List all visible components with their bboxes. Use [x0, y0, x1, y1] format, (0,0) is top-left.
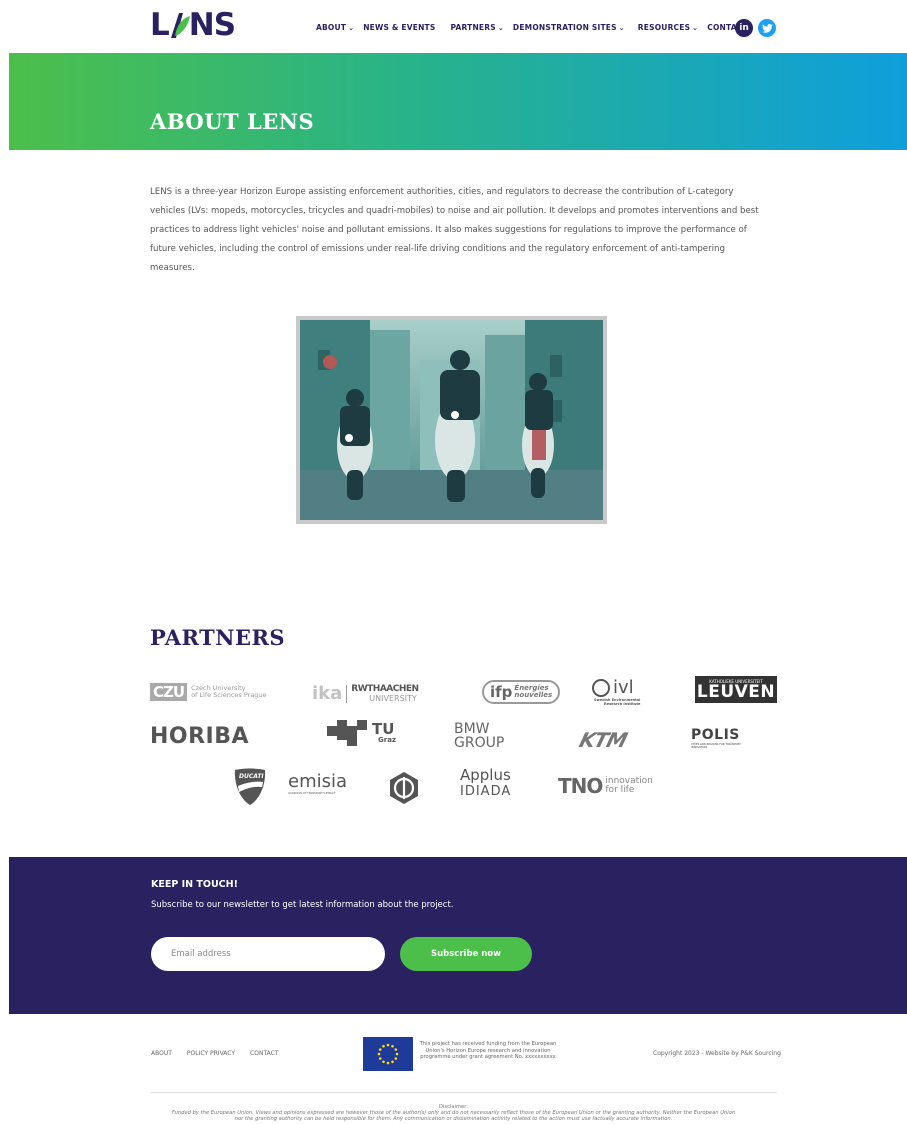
- street-scene-image: [300, 320, 603, 520]
- nav-about[interactable]: ABOUT ⌄: [316, 23, 354, 32]
- twitter-icon[interactable]: [758, 19, 776, 37]
- page-title: ABOUT LENS: [150, 109, 315, 134]
- emisia-logo[interactable]: emisia GUARDIAN OF TRANSPORT'S IMPACT: [288, 772, 347, 796]
- hero-banner: ABOUT LENS: [9, 53, 907, 150]
- chevron-down-icon: ⌄: [348, 23, 355, 32]
- rwth-ika-logo[interactable]: ika RWTHAACHEN UNIVERSITY: [312, 683, 419, 704]
- linkedin-icon[interactable]: in: [735, 19, 753, 37]
- site-header: L NS ABOUT ⌄ NEWS & EVENTS PARTNERS ⌄ DEMO…: [0, 0, 907, 53]
- horiba-logo[interactable]: HORIBA: [150, 724, 249, 749]
- nav-news-events[interactable]: NEWS & EVENTS: [363, 23, 435, 32]
- nav-partners[interactable]: PARTNERS ⌄: [450, 23, 503, 32]
- logo-text: NS: [188, 7, 236, 43]
- lens-logo[interactable]: L NS: [150, 7, 236, 43]
- logo-letter-l: L: [150, 7, 170, 43]
- chevron-down-icon: ⌄: [692, 23, 699, 32]
- disclaimer-text: Funded by the European Union. Views and …: [171, 1110, 736, 1123]
- footer-link-contact[interactable]: CONTACT: [250, 1050, 278, 1057]
- czu-logo[interactable]: CZU Czech University of Life Sciences Pr…: [150, 683, 267, 701]
- chevron-down-icon: ⌄: [618, 23, 625, 32]
- subscribe-button[interactable]: Subscribe now: [400, 937, 532, 971]
- chevron-down-icon: ⌄: [497, 23, 504, 32]
- eu-flag-icon: [363, 1037, 413, 1071]
- email-input[interactable]: Email address: [151, 937, 385, 971]
- applus-idiada-logo[interactable]: Applus IDIADA: [460, 767, 511, 800]
- bird-icon: [761, 23, 773, 33]
- polis-logo[interactable]: POLIS CITIES AND REGIONS FOR TRANSPORT I…: [691, 728, 747, 750]
- tno-logo[interactable]: TNO innovation for life: [558, 774, 653, 798]
- scooter-riders-photo: [296, 316, 607, 524]
- footer-link-policy-privacy[interactable]: POLICY PRIVACY: [187, 1050, 235, 1057]
- nav-demonstration-sites[interactable]: DEMONSTRATION SITES ⌄: [513, 23, 625, 32]
- footer-link-about[interactable]: ABOUT: [151, 1050, 172, 1057]
- ducati-logo[interactable]: DUCATI: [233, 768, 267, 806]
- partners-title: PARTNERS: [150, 625, 286, 650]
- footer-divider: [150, 1092, 777, 1093]
- main-nav: ABOUT ⌄ NEWS & EVENTS PARTNERS ⌄ DEMONSTRA…: [316, 23, 757, 32]
- eu-funding-text: This project has received funding from t…: [419, 1041, 557, 1060]
- ku-leuven-logo[interactable]: KATHOLIEKE UNIVERSITEIT LEUVEN: [695, 676, 777, 703]
- ktm-logo[interactable]: KTM: [577, 728, 629, 752]
- ifp-logo[interactable]: ifp Énergies nouvelles: [482, 680, 561, 704]
- bmw-group-logo[interactable]: BMW GROUP: [454, 722, 504, 750]
- ivl-swirl-icon: [592, 678, 610, 697]
- nav-resources[interactable]: RESOURCES ⌄: [638, 23, 698, 32]
- tu-graz-blocks-icon: [327, 720, 367, 746]
- newsletter-title: KEEP IN TOUCH!: [151, 879, 238, 890]
- footer-links: ABOUT POLICY PRIVACY CONTACT: [151, 1050, 279, 1057]
- newsletter-section: KEEP IN TOUCH! Subscribe to our newslett…: [9, 857, 907, 1014]
- ivl-logo[interactable]: ivl Swedish Environmental Research Insti…: [592, 677, 640, 706]
- copyright-text: Copyright 2023 - Website by P&K Sourcing: [653, 1050, 781, 1057]
- leaf-icon: [170, 13, 190, 38]
- piaggio-hexagon-icon: [390, 772, 418, 804]
- intro-paragraph: LENS is a three-year Horizon Europe assi…: [150, 187, 759, 273]
- newsletter-subtitle: Subscribe to our newsletter to get lates…: [151, 900, 454, 910]
- tu-graz-logo[interactable]: TU Graz: [327, 720, 396, 746]
- piaggio-logo[interactable]: [387, 771, 421, 809]
